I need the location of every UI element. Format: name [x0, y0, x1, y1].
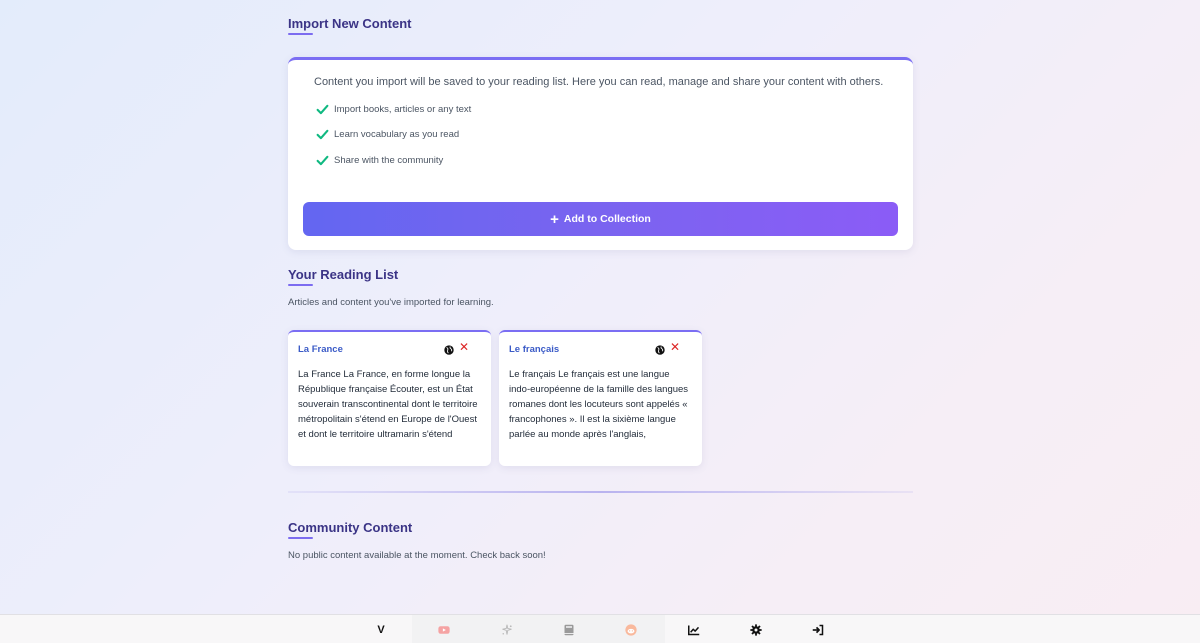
feature-item: Import books, articles or any text [316, 103, 471, 116]
plus-icon: + [550, 210, 559, 228]
feature-label: Learn vocabulary as you read [334, 129, 460, 140]
gear-icon [750, 623, 762, 636]
feature-item: Share with the community [316, 154, 443, 167]
nav-brand[interactable]: V [365, 615, 397, 643]
globe-icon[interactable] [444, 342, 454, 355]
article-excerpt: Le français Le français est une langue i… [509, 369, 689, 440]
reading-list-subtitle: Articles and content you've imported for… [288, 297, 494, 308]
article-card[interactable]: La France ✕ La France La France, en form… [288, 330, 491, 466]
sparkle-icon [502, 624, 512, 635]
article-actions: ✕ [655, 341, 680, 355]
section-underline [288, 33, 313, 35]
globe-icon[interactable] [655, 342, 665, 355]
sign-in-icon [812, 624, 824, 635]
check-icon [316, 154, 329, 167]
check-icon [316, 128, 329, 141]
reddit-icon [625, 623, 637, 636]
nav-ai[interactable] [491, 615, 523, 643]
brand-label: V [377, 623, 385, 636]
section-underline [288, 537, 313, 539]
article-actions: ✕ [444, 341, 469, 355]
feature-label: Share with the community [334, 155, 444, 166]
add-to-collection-button[interactable]: + Add to Collection [303, 202, 898, 236]
delete-icon[interactable]: ✕ [670, 341, 680, 353]
article-card[interactable]: Le français ✕ Le français Le français es… [499, 330, 702, 466]
import-description: Content you import will be saved to your… [314, 76, 884, 88]
book-icon [564, 624, 574, 635]
feature-item: Learn vocabulary as you read [316, 128, 459, 141]
community-section-title: Community Content [288, 520, 413, 535]
section-underline [288, 284, 313, 286]
add-button-label: Add to Collection [563, 213, 651, 225]
community-empty-message: No public content available at the momen… [288, 550, 546, 561]
reading-list-title: Your Reading List [288, 267, 399, 282]
article-excerpt: La France La France, en forme longue la … [298, 369, 478, 440]
youtube-icon [438, 625, 450, 634]
import-section-title: Import New Content [288, 16, 412, 31]
delete-icon[interactable]: ✕ [459, 341, 469, 353]
feature-label: Import books, articles or any text [334, 104, 472, 115]
nav-reddit[interactable] [615, 615, 647, 643]
nav-stats[interactable] [678, 615, 710, 643]
import-card: Content you import will be saved to your… [288, 57, 913, 250]
bottom-nav-bar: V [0, 614, 1200, 643]
check-icon [316, 103, 329, 116]
chart-line-icon [688, 625, 700, 635]
nav-login[interactable] [802, 615, 834, 643]
nav-youtube[interactable] [428, 615, 460, 643]
nav-settings[interactable] [740, 615, 772, 643]
nav-books[interactable] [553, 615, 585, 643]
section-divider [288, 491, 913, 493]
